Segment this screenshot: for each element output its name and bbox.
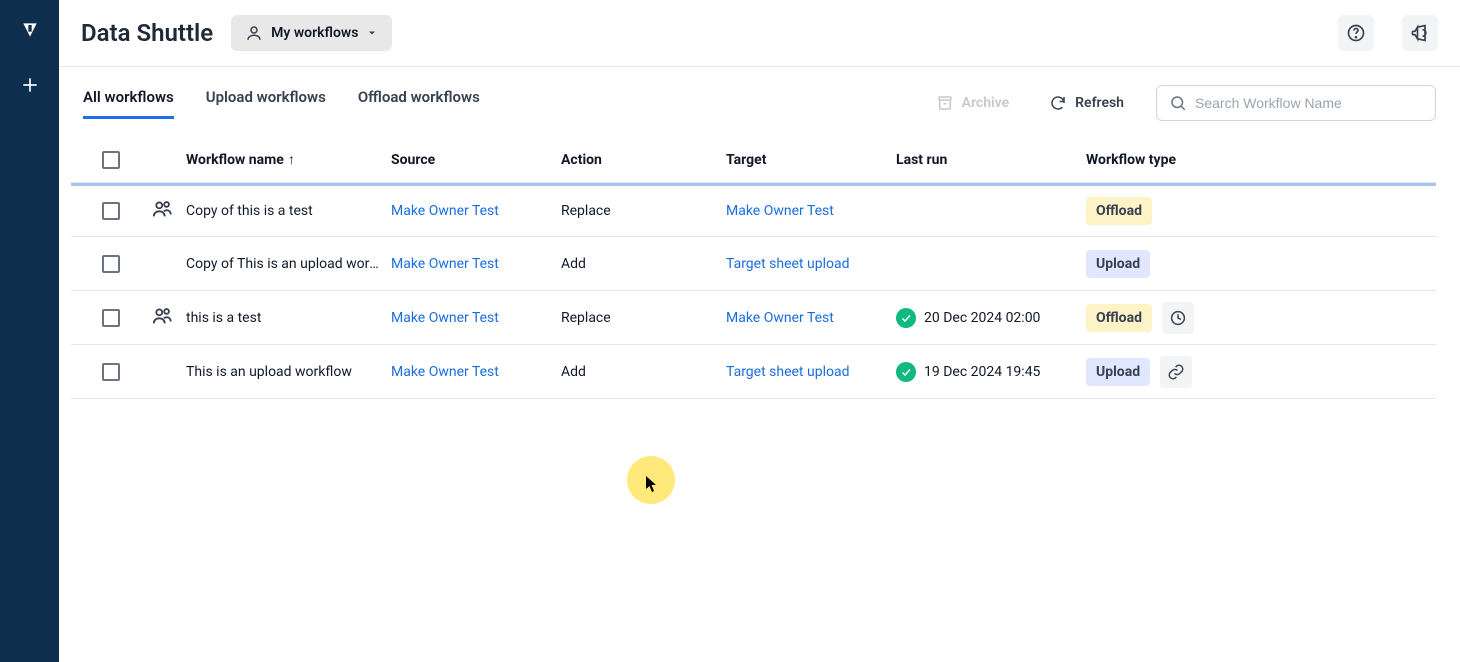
help-button[interactable] [1338,15,1374,51]
workflow-name: Copy of This is an upload workflow [186,256,391,272]
search-icon [1169,94,1187,112]
schedule-button[interactable] [1162,302,1194,334]
source-link[interactable]: Make Owner Test [391,364,499,380]
action-text: Add [561,256,726,272]
refresh-label: Refresh [1075,95,1124,111]
table-row[interactable]: This is an upload workflowMake Owner Tes… [71,345,1436,399]
workflow-name: Copy of this is a test [186,203,391,219]
col-header-action[interactable]: Action [561,152,726,168]
tab-all-workflows[interactable]: All workflows [83,88,174,119]
top-bar: Data Shuttle My workflows [59,0,1460,67]
archive-label: Archive [962,95,1009,111]
row-checkbox[interactable] [102,255,120,273]
table-row[interactable]: Copy of This is an upload workflowMake O… [71,237,1436,291]
status-success-icon [896,308,916,328]
source-link[interactable]: Make Owner Test [391,256,499,272]
user-icon [245,24,263,42]
archive-button[interactable]: Archive [928,88,1017,118]
select-all-checkbox[interactable] [102,151,120,169]
left-sidebar [0,0,59,662]
workflows-dropdown[interactable]: My workflows [231,15,392,51]
shared-icon [151,305,173,331]
help-icon [1346,23,1366,43]
refresh-icon [1049,94,1067,112]
toolbar: All workflows Upload workflows Offload wor… [59,67,1460,121]
search-box[interactable] [1156,85,1436,121]
page-title: Data Shuttle [81,19,213,47]
dropdown-label: My workflows [271,25,358,41]
col-header-target[interactable]: Target [726,152,896,168]
tab-offload-workflows[interactable]: Offload workflows [358,88,480,119]
workflow-type-badge: Upload [1086,250,1150,278]
archive-icon [936,94,954,112]
action-text: Replace [561,310,726,326]
target-link[interactable]: Make Owner Test [726,310,834,326]
sort-ascending-icon: ↑ [288,151,295,168]
row-checkbox[interactable] [102,202,120,220]
tabs: All workflows Upload workflows Offload wor… [83,88,480,119]
row-checkbox[interactable] [102,309,120,327]
chevron-down-icon [366,27,378,39]
action-text: Add [561,364,726,380]
col-header-source[interactable]: Source [391,152,561,168]
workflow-name: This is an upload workflow [186,364,391,380]
megaphone-icon [1410,23,1430,43]
target-link[interactable]: Target sheet upload [726,364,849,380]
link-button[interactable] [1160,356,1192,388]
shared-icon [151,198,173,224]
workflow-type-badge: Offload [1086,304,1152,332]
table-row[interactable]: this is a testMake Owner TestReplaceMake… [71,291,1436,345]
lastrun-text: 19 Dec 2024 19:45 [924,364,1040,380]
status-success-icon [896,362,916,382]
col-header-name[interactable]: Workflow name ↑ [186,151,391,168]
refresh-button[interactable]: Refresh [1041,88,1132,118]
action-text: Replace [561,203,726,219]
workflow-name: this is a test [186,310,391,326]
announcements-button[interactable] [1402,15,1438,51]
col-header-lastrun[interactable]: Last run [896,152,1086,168]
workflow-type-badge: Offload [1086,197,1152,225]
row-checkbox[interactable] [102,363,120,381]
tab-upload-workflows[interactable]: Upload workflows [206,88,326,119]
lastrun-text: 20 Dec 2024 02:00 [924,310,1040,326]
source-link[interactable]: Make Owner Test [391,203,499,219]
source-link[interactable]: Make Owner Test [391,310,499,326]
add-button[interactable] [15,70,45,100]
table-header: Workflow name ↑ Source Action Target Las… [71,137,1436,183]
target-link[interactable]: Make Owner Test [726,203,834,219]
search-input[interactable] [1195,95,1423,111]
app-logo-icon[interactable] [18,18,42,42]
workflow-table: Workflow name ↑ Source Action Target Las… [59,137,1460,399]
workflow-type-badge: Upload [1086,358,1150,386]
target-link[interactable]: Target sheet upload [726,256,849,272]
table-row[interactable]: Copy of this is a testMake Owner TestRep… [71,183,1436,237]
col-header-type[interactable]: Workflow type [1086,152,1216,168]
